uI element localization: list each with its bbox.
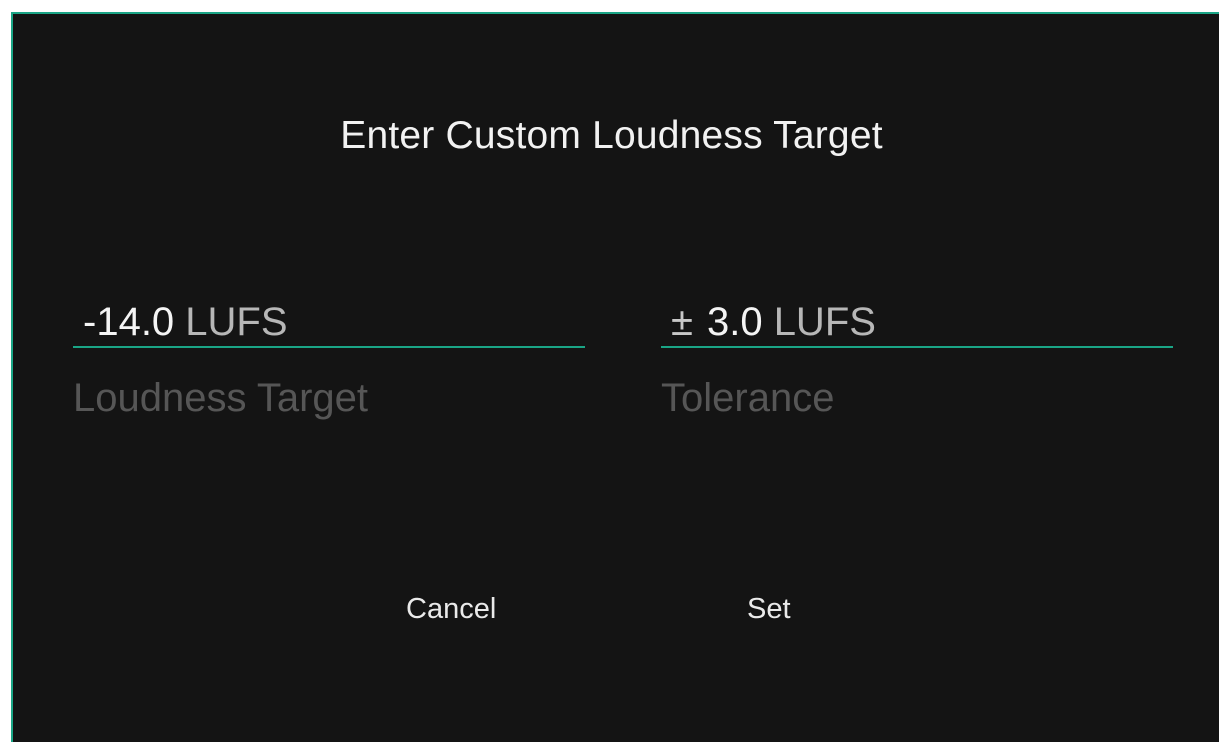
dialog-title: Enter Custom Loudness Target	[340, 114, 883, 157]
tolerance-unit: LUFS	[773, 300, 876, 344]
tolerance-label: Tolerance	[661, 376, 835, 420]
custom-loudness-dialog: Enter Custom Loudness Target -14.0 LUFS …	[11, 12, 1219, 742]
set-button[interactable]: Set	[741, 589, 797, 630]
cancel-button[interactable]: Cancel	[400, 589, 502, 630]
tolerance-input[interactable]: ±3.0 LUFS	[661, 296, 1173, 348]
plus-minus-symbol: ±	[671, 300, 693, 344]
loudness-target-input[interactable]: -14.0 LUFS	[73, 296, 585, 348]
tolerance-value[interactable]: 3.0	[707, 300, 763, 344]
tolerance-field[interactable]: ±3.0 LUFS Tolerance	[661, 296, 1173, 420]
loudness-target-value[interactable]: -14.0	[83, 300, 174, 344]
loudness-target-label: Loudness Target	[73, 376, 369, 420]
loudness-target-field[interactable]: -14.0 LUFS Loudness Target	[73, 296, 585, 420]
loudness-target-unit: LUFS	[185, 300, 288, 344]
